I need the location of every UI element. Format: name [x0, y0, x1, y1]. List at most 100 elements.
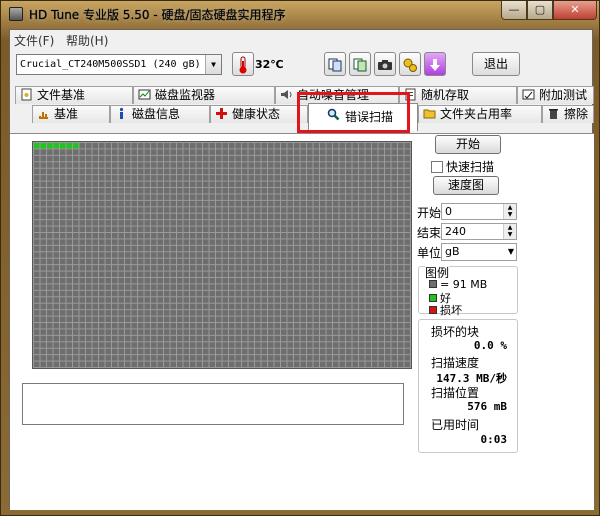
- scan-block: [268, 207, 274, 213]
- menu-help[interactable]: 帮助(H): [66, 32, 108, 49]
- scan-block: [99, 213, 105, 220]
- scan-block: [118, 162, 124, 168]
- scan-block: [248, 278, 254, 284]
- scan-block: [320, 323, 326, 329]
- app-icon: [9, 7, 23, 21]
- scan-block: [378, 258, 384, 265]
- scan-block: [274, 297, 280, 303]
- scan-block: [170, 258, 176, 265]
- scan-block: [261, 335, 267, 342]
- scan-block: [79, 181, 85, 187]
- tab-file-benchmark[interactable]: 文件基准: [15, 86, 133, 104]
- scan-block: [333, 175, 339, 181]
- scan-block: [183, 303, 189, 310]
- scan-block: [398, 233, 404, 239]
- scan-block: [157, 226, 163, 232]
- scan-block: [248, 168, 254, 175]
- scan-block: [261, 155, 267, 162]
- exit-button[interactable]: 退出: [472, 52, 520, 76]
- scan-block: [391, 220, 397, 226]
- scan-block: [372, 348, 378, 355]
- tab-disk-monitor[interactable]: 磁盘监视器: [133, 86, 275, 104]
- scan-block: [216, 335, 222, 342]
- scan-block: [261, 265, 267, 271]
- scan-block: [40, 181, 46, 187]
- scan-block: [391, 207, 397, 213]
- scan-block: [112, 297, 118, 303]
- scan-block: [255, 252, 261, 258]
- scan-block: [53, 310, 59, 316]
- tab-disk-info[interactable]: 磁盘信息: [110, 105, 210, 123]
- tab-random-access[interactable]: 随机存取: [399, 86, 517, 104]
- scan-block: [203, 194, 209, 200]
- scan-block: [112, 200, 118, 207]
- scan-block: [47, 310, 53, 316]
- scan-block: [105, 310, 111, 316]
- quick-scan-checkbox[interactable]: 快速扫描: [431, 158, 494, 175]
- scan-block: [66, 284, 72, 290]
- scan-block: [47, 290, 53, 297]
- scan-block: [313, 265, 319, 271]
- scan-block: [144, 226, 150, 232]
- scan-block: [281, 258, 287, 265]
- tab-erase[interactable]: 擦除: [542, 105, 594, 123]
- scan-log-box[interactable]: [22, 383, 404, 425]
- scan-block: [378, 181, 384, 187]
- scan-block: [274, 316, 280, 322]
- tab-health[interactable]: 健康状态: [210, 105, 308, 123]
- scan-block: [144, 258, 150, 265]
- scan-block: [73, 342, 79, 348]
- close-button[interactable]: ✕: [553, 1, 597, 20]
- scan-block: [209, 290, 215, 297]
- app-window: HD Tune 专业版 5.50 - 硬盘/固态硬盘实用程序 — ▢ ✕ 文件(…: [0, 0, 600, 516]
- scan-block: [255, 271, 261, 277]
- scan-block: [196, 226, 202, 232]
- scan-block: [86, 297, 92, 303]
- scan-block: [300, 310, 306, 316]
- scan-block: [307, 284, 313, 290]
- minimize-button[interactable]: —: [501, 1, 527, 20]
- scan-block: [339, 258, 345, 265]
- start-scan-button[interactable]: 开始: [435, 135, 501, 154]
- start-input[interactable]: 0 ▲ ▼: [441, 203, 517, 220]
- copy-info-button[interactable]: [324, 52, 346, 76]
- scan-block: [157, 310, 163, 316]
- tab-extra-tests[interactable]: 附加测试: [517, 86, 594, 104]
- scan-block: [313, 329, 319, 335]
- scan-block: [248, 239, 254, 245]
- scan-block: [404, 361, 410, 367]
- copy-screenshot-button[interactable]: [349, 52, 371, 76]
- scan-block: [73, 316, 79, 322]
- scan-block: [261, 181, 267, 187]
- end-input[interactable]: 240 ▲ ▼: [441, 223, 517, 240]
- scan-block: [190, 335, 196, 342]
- tab-folder-usage[interactable]: 文件夹占用率: [418, 105, 542, 123]
- scan-block: [118, 297, 124, 303]
- scan-block: [164, 162, 170, 168]
- menu-file[interactable]: 文件(F): [14, 32, 54, 49]
- scan-block: [294, 316, 300, 322]
- scan-block: [196, 290, 202, 297]
- save-button[interactable]: [424, 52, 446, 76]
- scan-block: [222, 323, 228, 329]
- scan-block: [320, 329, 326, 335]
- title-bar[interactable]: HD Tune 专业版 5.50 - 硬盘/固态硬盘实用程序 — ▢ ✕: [1, 1, 600, 27]
- scan-block: [164, 220, 170, 226]
- tab-benchmark[interactable]: 基准: [32, 105, 110, 123]
- scan-block: [183, 297, 189, 303]
- scan-block: [365, 162, 371, 168]
- drive-select[interactable]: Crucial_CT240M500SSD1 (240 gB) ▼: [16, 54, 222, 75]
- extra-tests-icon: [522, 89, 535, 100]
- options-button[interactable]: [399, 52, 421, 76]
- screenshot-button[interactable]: [374, 52, 396, 76]
- temperature-button[interactable]: [232, 52, 254, 76]
- scan-block: [320, 207, 326, 213]
- scan-block: [222, 348, 228, 355]
- maximize-button[interactable]: ▢: [527, 1, 553, 20]
- scan-block: [307, 226, 313, 232]
- scan-block: [73, 258, 79, 265]
- speed-map-button[interactable]: 速度图: [433, 176, 499, 195]
- scan-block: [164, 175, 170, 181]
- unit-select[interactable]: gB ▼: [441, 243, 517, 261]
- scan-block: [190, 207, 196, 213]
